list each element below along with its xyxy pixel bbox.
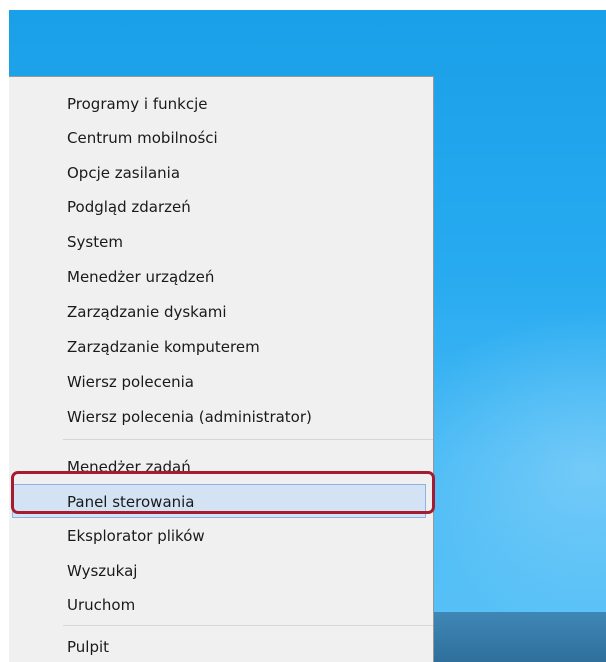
menu-item-label: Programy i funkcje [67, 95, 208, 113]
menu-separator [63, 439, 433, 440]
annotation-highlight-ring [11, 471, 435, 514]
menu-item-file-explorer[interactable]: Eksplorator plików [9, 519, 433, 553]
menu-item-mobility-center[interactable]: Centrum mobilności [9, 121, 433, 155]
menu-item-label: Zarządzanie dyskami [67, 303, 227, 321]
menu-item-label: Wiersz polecenia [67, 373, 194, 391]
menu-item-power-options[interactable]: Opcje zasilania [9, 156, 433, 190]
menu-item-disk-management[interactable]: Zarządzanie dyskami [9, 295, 433, 329]
menu-item-label: Opcje zasilania [67, 164, 181, 182]
menu-item-label: Menedżer urządzeń [67, 268, 215, 286]
menu-item-label: Eksplorator plików [67, 527, 205, 545]
menu-item-device-manager[interactable]: Menedżer urządzeń [9, 260, 433, 294]
menu-item-label: Podgląd zdarzeń [67, 198, 191, 216]
menu-item-run[interactable]: Uruchom [9, 588, 433, 622]
menu-item-label: System [67, 233, 123, 251]
menu-item-search[interactable]: Wyszukaj [9, 554, 433, 588]
menu-item-system[interactable]: System [9, 225, 433, 259]
screenshot-frame: Programy i funkcje Centrum mobilności Op… [9, 10, 606, 662]
menu-separator [63, 625, 433, 626]
menu-item-label: Pulpit [67, 638, 110, 656]
menu-item-computer-management[interactable]: Zarządzanie komputerem [9, 330, 433, 364]
taskbar [419, 612, 606, 662]
menu-item-command-prompt[interactable]: Wiersz polecenia [9, 365, 433, 399]
quick-link-context-menu: Programy i funkcje Centrum mobilności Op… [9, 76, 434, 662]
menu-item-label: Centrum mobilności [67, 129, 218, 147]
menu-item-desktop[interactable]: Pulpit [9, 630, 433, 662]
menu-item-label: Zarządzanie komputerem [67, 338, 260, 356]
menu-item-programs-and-features[interactable]: Programy i funkcje [9, 87, 433, 121]
menu-item-event-viewer[interactable]: Podgląd zdarzeń [9, 190, 433, 224]
menu-item-label: Uruchom [67, 596, 136, 614]
menu-item-label: Wiersz polecenia (administrator) [67, 408, 312, 426]
menu-item-command-prompt-admin[interactable]: Wiersz polecenia (administrator) [9, 400, 433, 434]
menu-item-label: Wyszukaj [67, 562, 138, 580]
